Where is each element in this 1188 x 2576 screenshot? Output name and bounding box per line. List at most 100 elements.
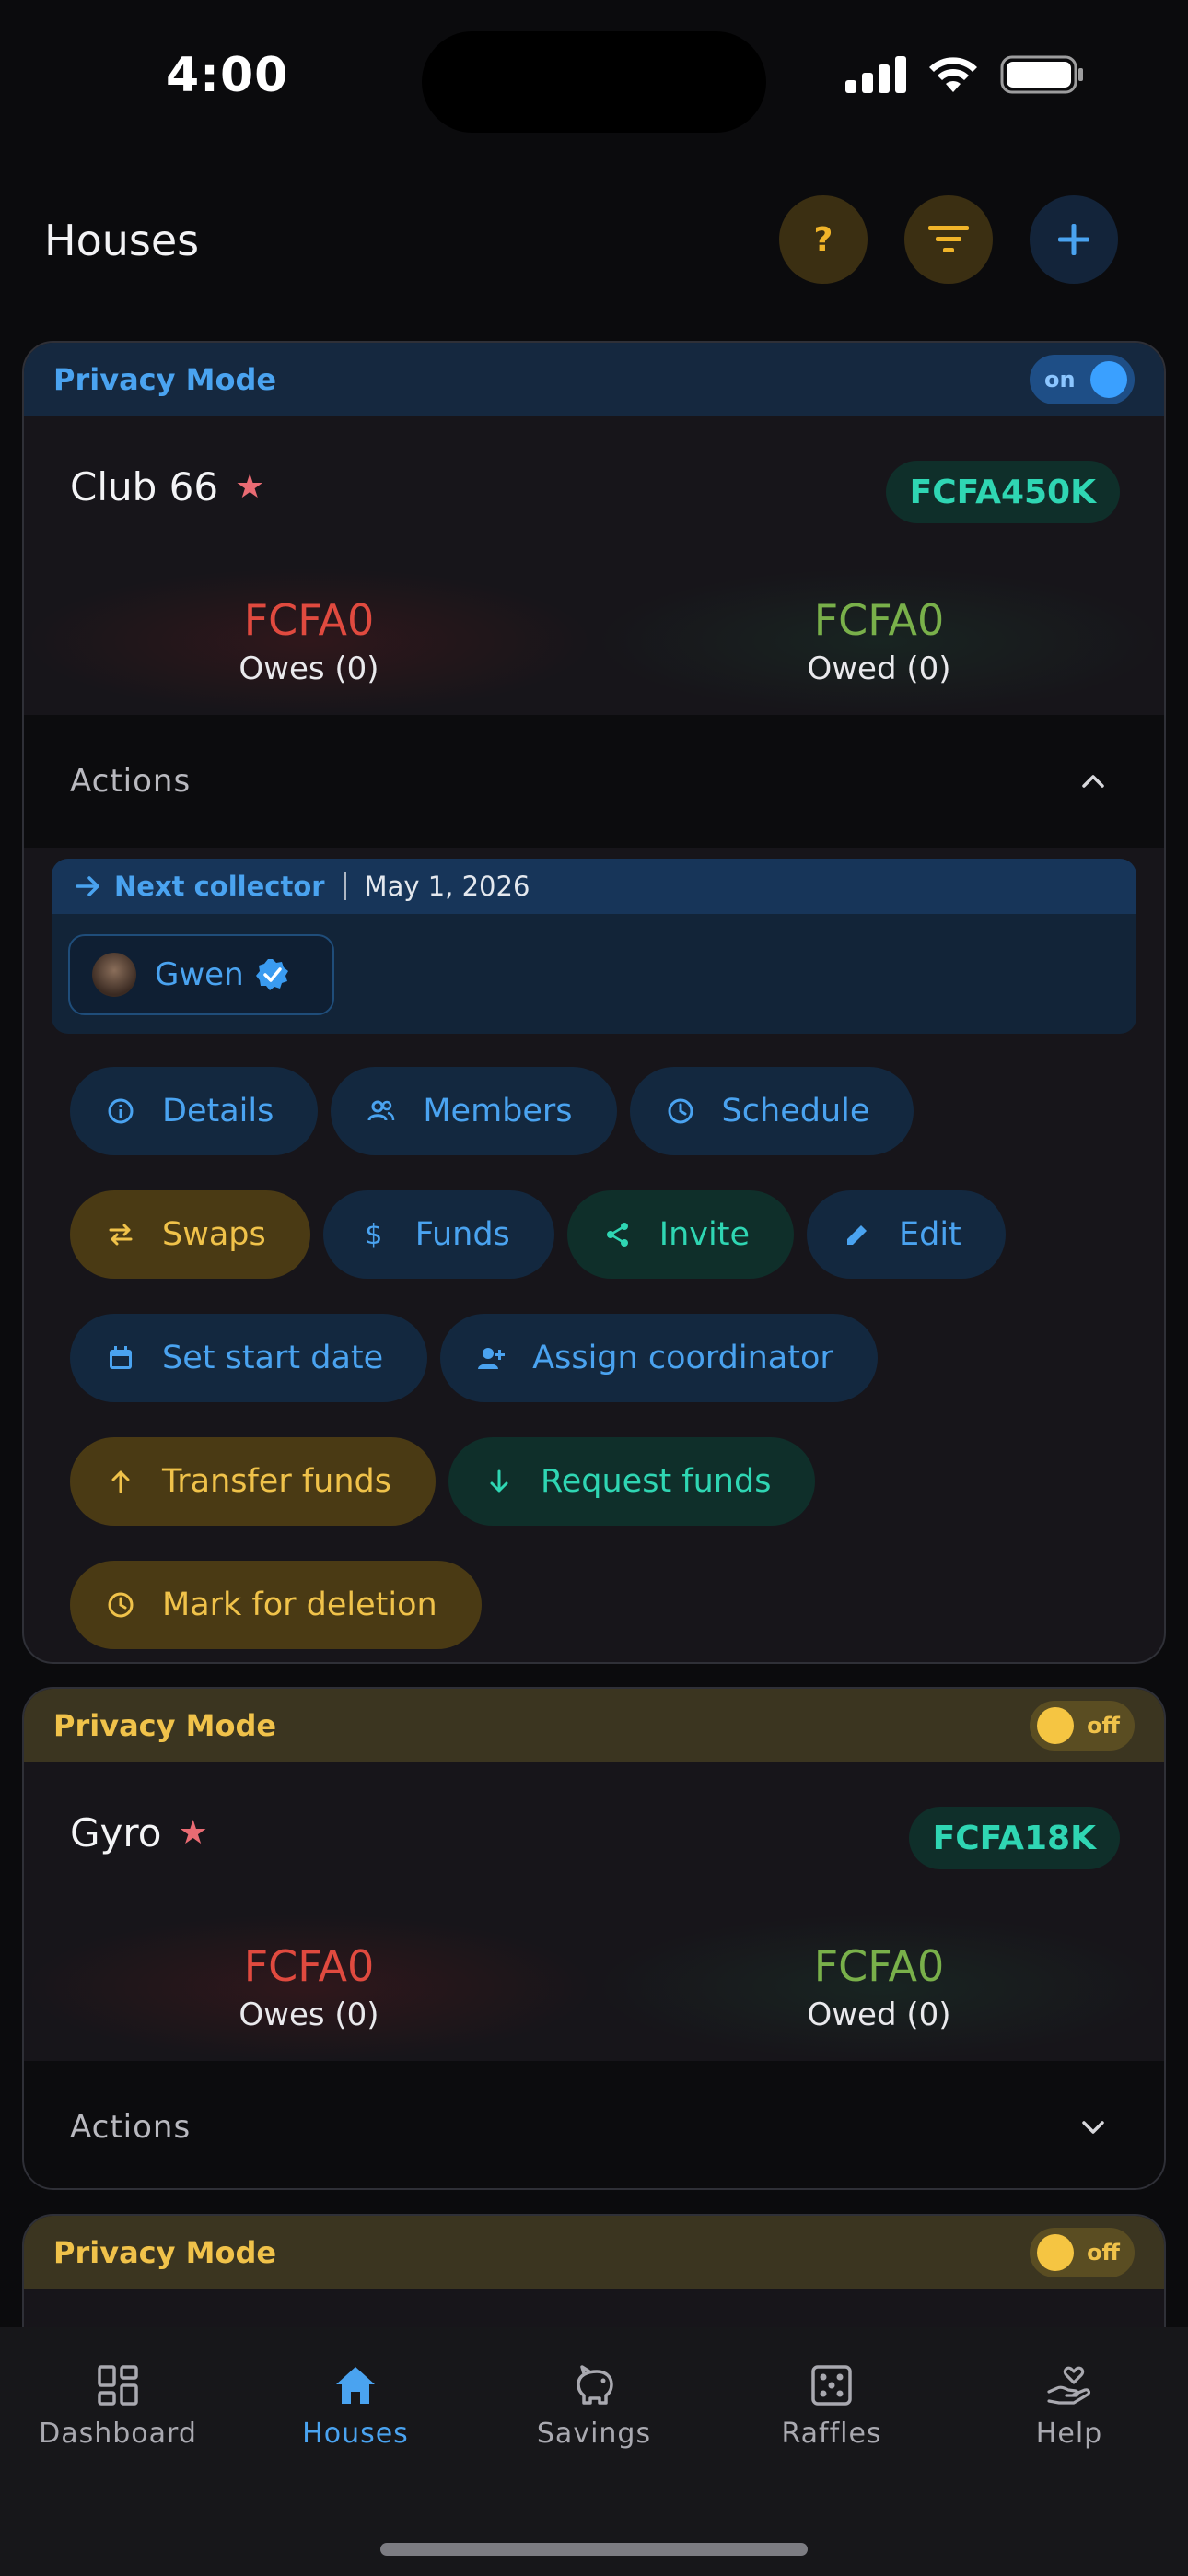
plus-icon [1058, 224, 1089, 255]
collector-chip[interactable]: Gwen [68, 934, 334, 1015]
next-collector-body: Gwen [52, 914, 1136, 1034]
privacy-mode-bar: Privacy Mode on [24, 343, 1164, 416]
owes-label: Owes (0) [239, 650, 379, 687]
status-icons [845, 55, 1085, 94]
privacy-mode-bar: Privacy Mode off [24, 1689, 1164, 1762]
house-card: Privacy Mode off Gyro ★ FCFA18K FCFA0 Ow… [22, 1687, 1166, 2190]
next-collector-date: May 1, 2026 [364, 871, 530, 902]
next-collector-header: Next collector May 1, 2026 [52, 859, 1136, 914]
assign-coordinator-button[interactable]: Assign coordinator [440, 1314, 878, 1402]
balance-summary: FCFA0 Owes (0) FCFA0 Owed (0) [24, 1914, 1164, 2061]
funds-label: Funds [414, 1216, 510, 1253]
funds-button[interactable]: $ Funds [322, 1190, 554, 1279]
house-header[interactable]: Club 66 ★ FCFA450K [24, 416, 1164, 568]
house-name: Club 66 ★ [70, 464, 264, 509]
details-label: Details [162, 1093, 274, 1130]
house-header[interactable]: Gyro ★ FCFA18K [24, 1762, 1164, 1914]
privacy-toggle[interactable]: on [1030, 355, 1135, 404]
clock-icon [668, 1098, 693, 1124]
swaps-label: Swaps [162, 1216, 266, 1253]
nav-label-raffles: Raffles [781, 2418, 882, 2450]
nav-label-houses: Houses [302, 2418, 409, 2450]
home-icon [336, 2367, 375, 2404]
swaps-button[interactable]: Swaps [70, 1190, 310, 1279]
arrow-down-icon [490, 1469, 508, 1493]
schedule-label: Schedule [721, 1093, 870, 1130]
privacy-toggle[interactable]: off [1030, 2228, 1135, 2277]
help-heart-icon [1047, 2366, 1091, 2405]
house-amount-badge: FCFA18K [908, 1807, 1120, 1869]
nav-label-help: Help [1035, 2418, 1103, 2450]
chevron-down-icon [1082, 2121, 1104, 2134]
verified-badge-icon [255, 959, 288, 990]
dice-icon [811, 2365, 852, 2406]
divider [343, 872, 346, 900]
owed-block: FCFA0 Owed (0) [594, 568, 1164, 715]
help-button[interactable]: ? [779, 195, 868, 284]
signal-icon [845, 56, 906, 93]
nav-label-savings: Savings [536, 2418, 652, 2450]
invite-button[interactable]: Invite [566, 1190, 794, 1279]
share-icon [606, 1223, 628, 1247]
owed-value: FCFA0 [813, 1941, 945, 1991]
house-amount-badge: FCFA450K [885, 461, 1120, 523]
filter-button[interactable] [904, 195, 993, 284]
mark-for-deletion-label: Mark for deletion [162, 1587, 437, 1623]
button-row: Details Members Schedule [70, 1067, 1118, 1155]
next-collector-label: Next collector [114, 871, 325, 902]
info-icon [108, 1098, 134, 1124]
star-icon[interactable]: ★ [235, 468, 264, 506]
privacy-mode-label: Privacy Mode [53, 2235, 277, 2270]
nav-label-dashboard: Dashboard [39, 2418, 197, 2450]
members-button[interactable]: Members [331, 1067, 617, 1155]
request-funds-button[interactable]: Request funds [448, 1437, 816, 1526]
house-card: Privacy Mode on Club 66 ★ FCFA450K FCFA0… [22, 341, 1166, 1664]
nav-item-savings[interactable]: Savings [493, 2364, 695, 2450]
privacy-mode-label: Privacy Mode [53, 362, 277, 397]
dynamic-island [422, 31, 766, 133]
action-buttons: Details Members Schedule Swaps $ Funds I… [24, 1034, 1164, 1662]
mark-for-deletion-button[interactable]: Mark for deletion [70, 1561, 482, 1649]
privacy-toggle[interactable]: off [1030, 1701, 1135, 1751]
owes-value: FCFA0 [243, 595, 375, 645]
transfer-funds-button[interactable]: Transfer funds [70, 1437, 436, 1526]
edit-button[interactable]: Edit [807, 1190, 1006, 1279]
privacy-mode-label: Privacy Mode [53, 1708, 277, 1743]
button-row: Transfer funds Request funds [70, 1437, 1118, 1526]
add-person-icon [478, 1348, 506, 1369]
set-start-date-button[interactable]: Set start date [70, 1314, 428, 1402]
add-house-button[interactable] [1030, 195, 1118, 284]
set-start-date-label: Set start date [162, 1340, 384, 1376]
page-title: Houses [44, 216, 200, 265]
owes-block: FCFA0 Owes (0) [24, 568, 594, 715]
home-indicator[interactable] [380, 2543, 808, 2556]
house-name-text: Gyro [70, 1810, 162, 1856]
members-label: Members [423, 1093, 573, 1130]
nav-item-help[interactable]: Help [968, 2364, 1171, 2450]
assign-coordinator-label: Assign coordinator [532, 1340, 833, 1376]
request-funds-label: Request funds [541, 1463, 772, 1500]
toggle-state-label: off [1087, 2240, 1120, 2266]
calendar-icon [110, 1346, 132, 1369]
owed-label: Owed (0) [807, 1996, 951, 2033]
actions-toggle[interactable]: Actions [24, 715, 1164, 848]
clock-icon [108, 1592, 134, 1618]
star-icon[interactable]: ★ [178, 1814, 207, 1852]
privacy-mode-bar: Privacy Mode off [24, 2216, 1164, 2289]
toggle-state-label: on [1044, 367, 1076, 392]
actions-label: Actions [70, 2109, 192, 2146]
button-row: Mark for deletion [70, 1561, 1118, 1649]
house-name: Gyro ★ [70, 1810, 208, 1856]
actions-toggle[interactable]: Actions [24, 2061, 1164, 2188]
details-button[interactable]: Details [70, 1067, 319, 1155]
next-collector-panel: Next collector May 1, 2026 Gwen [52, 859, 1136, 1034]
nav-item-raffles[interactable]: Raffles [730, 2364, 933, 2450]
nav-item-houses[interactable]: Houses [254, 2364, 457, 2450]
transfer-funds-label: Transfer funds [162, 1463, 391, 1500]
owes-block: FCFA0 Owes (0) [24, 1914, 594, 2061]
owed-block: FCFA0 Owed (0) [594, 1914, 1164, 2061]
schedule-button[interactable]: Schedule [629, 1067, 914, 1155]
toggle-knob [1037, 2234, 1074, 2271]
nav-item-dashboard[interactable]: Dashboard [17, 2364, 219, 2450]
battery-icon [1000, 55, 1083, 94]
